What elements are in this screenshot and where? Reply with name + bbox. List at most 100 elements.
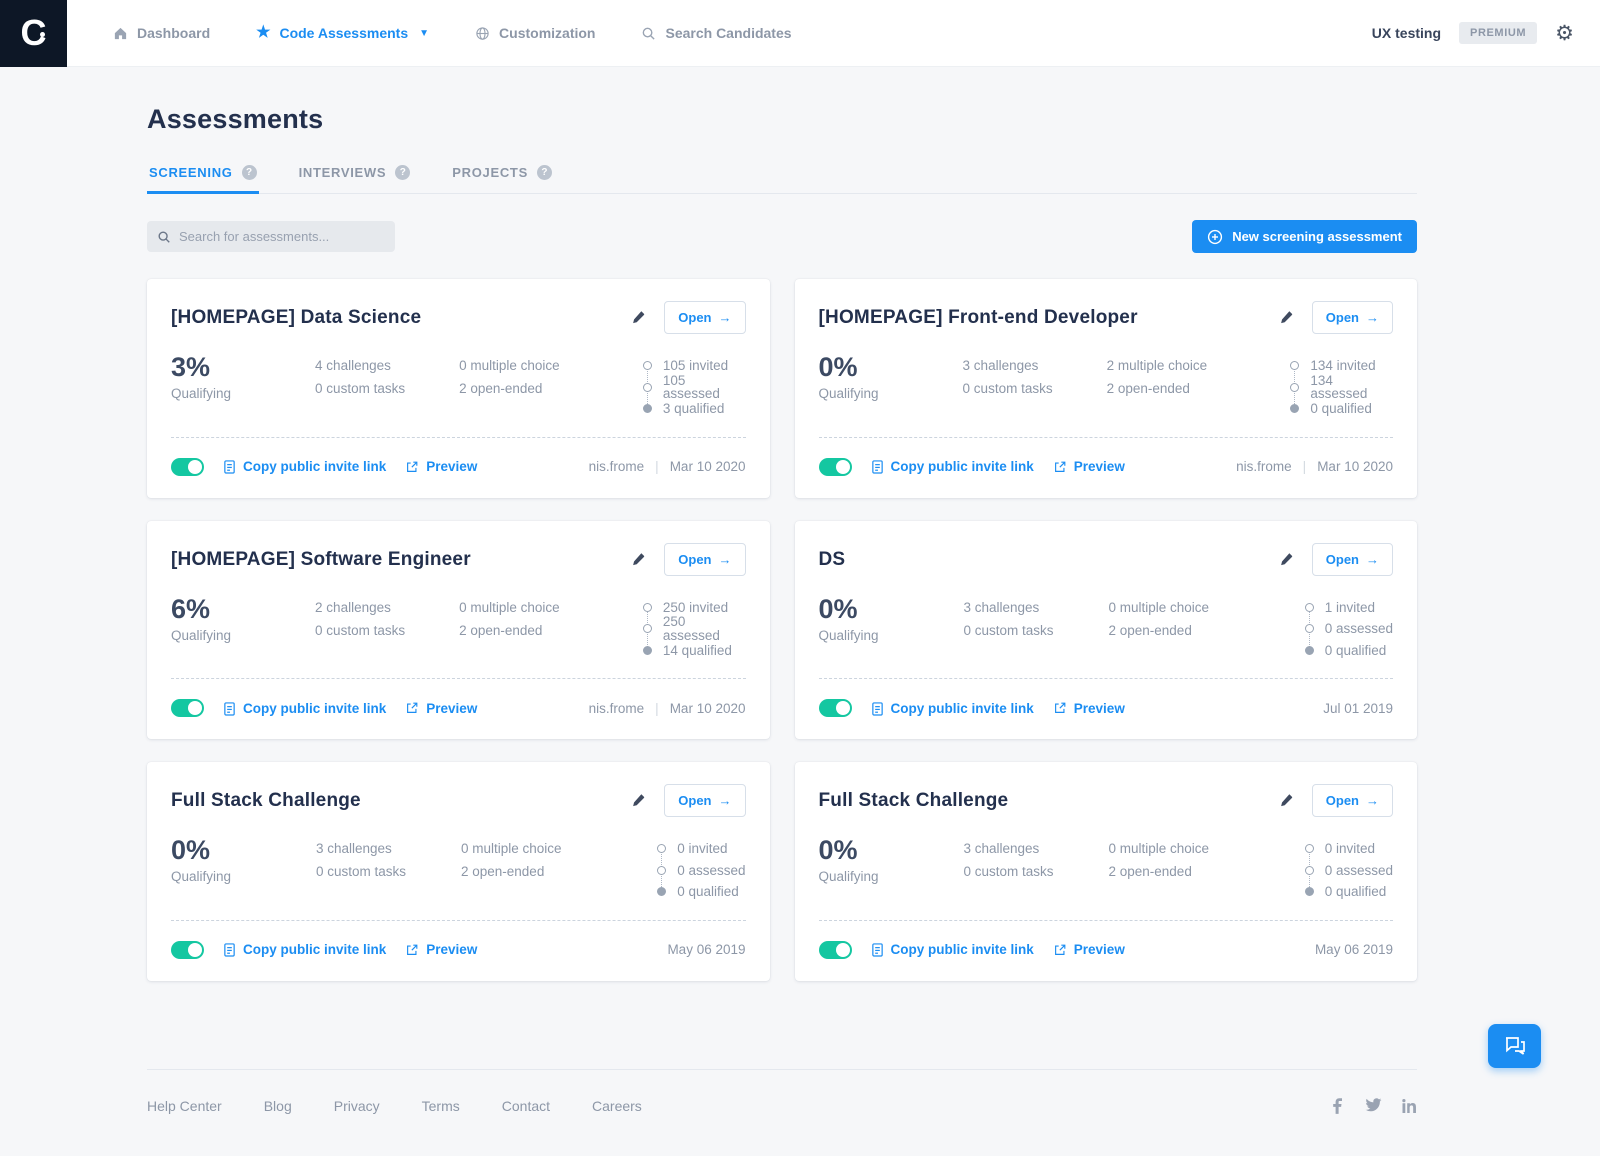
edit-pencil-icon[interactable] [629,308,648,327]
edit-pencil-icon[interactable] [1277,308,1296,327]
active-toggle[interactable] [819,699,852,717]
open-button[interactable]: Open → [1312,784,1393,817]
edit-pencil-icon[interactable] [1277,550,1296,569]
copy-invite-link[interactable]: Copy public invite link [223,701,386,716]
footer-link-help-center[interactable]: Help Center [147,1098,222,1114]
invited-stage-icon [643,361,652,370]
card-footer: Copy public invite link Preview nis.from… [171,452,746,482]
challenges-count: 3 challenges [316,837,461,860]
candidate-funnel: 1 invited 0 assessed 0 qualified [1305,596,1393,662]
copy-invite-link[interactable]: Copy public invite link [871,942,1034,957]
edit-pencil-icon[interactable] [629,791,648,810]
copy-invite-link[interactable]: Copy public invite link [871,459,1034,474]
external-link-icon [1053,460,1067,474]
footer-link-contact[interactable]: Contact [502,1098,550,1114]
custom-tasks-count: 0 custom tasks [964,619,1109,642]
tasks-stat: 2 challenges 0 custom tasks [315,596,459,642]
assessment-title: Full Stack Challenge [819,784,1009,812]
assessment-search-box[interactable] [147,221,395,252]
card-header: [HOMEPAGE] Front-end Developer Open → [819,301,1394,334]
funnel-row-invited: 0 invited [657,838,745,860]
tab-label: SCREENING [149,165,233,180]
edit-pencil-icon[interactable] [1277,791,1296,810]
custom-tasks-count: 0 custom tasks [315,377,459,400]
funnel-row-assessed: 0 assessed [1305,618,1393,640]
card-header: DS Open → [819,543,1394,576]
twitter-icon[interactable] [1365,1098,1382,1113]
preview-link[interactable]: Preview [405,942,477,957]
open-button[interactable]: Open → [664,784,745,817]
tab-interviews[interactable]: INTERVIEWS ? [297,165,413,193]
open-button[interactable]: Open → [664,543,745,576]
active-toggle[interactable] [819,458,852,476]
nav-label: Customization [499,25,595,41]
facebook-icon[interactable] [1330,1098,1346,1114]
open-button[interactable]: Open → [664,301,745,334]
assessed-stage-icon [643,624,652,633]
nav-item-code-assessments[interactable]: ★ Code Assessments ▼ [256,25,429,41]
questions-stat: 0 multiple choice 2 open-ended [1109,596,1294,642]
open-button[interactable]: Open → [1312,543,1393,576]
card-actions: Open → [629,543,745,576]
copy-invite-link-label: Copy public invite link [243,701,386,716]
preview-link[interactable]: Preview [1053,701,1125,716]
help-question-icon[interactable]: ? [242,165,257,180]
chat-widget-button[interactable] [1488,1024,1541,1068]
arrow-right-icon: → [719,310,732,325]
search-input[interactable] [179,229,385,244]
linkedin-icon[interactable] [1401,1098,1417,1114]
tab-label: PROJECTS [452,165,528,180]
toggle-knob [836,701,850,715]
card-header: Full Stack Challenge Open → [171,784,746,817]
preview-link[interactable]: Preview [1053,942,1125,957]
settings-gear-icon[interactable]: ⚙ [1555,23,1574,44]
invited-stage-icon [657,844,666,853]
card-footer: Copy public invite link Preview | [819,935,1394,965]
nav-item-search-candidates[interactable]: Search Candidates [641,25,791,41]
qualified-count: 3 qualified [663,402,725,416]
assessed-count: 134 assessed [1310,374,1393,401]
preview-link[interactable]: Preview [405,701,477,716]
qualifying-label: Qualifying [819,870,964,884]
card-footer: Copy public invite link Preview | [819,693,1394,723]
copy-invite-link[interactable]: Copy public invite link [871,701,1034,716]
custom-tasks-count: 0 custom tasks [316,860,461,883]
footer-links: Help Center Blog Privacy Terms Contact C… [147,1098,642,1114]
preview-link[interactable]: Preview [405,459,477,474]
copy-invite-link[interactable]: Copy public invite link [223,942,386,957]
nav-item-customization[interactable]: Customization [475,25,595,41]
nav-label: Search Candidates [665,25,791,41]
tab-screening[interactable]: SCREENING ? [147,165,259,193]
help-question-icon[interactable]: ? [537,165,552,180]
footer-link-privacy[interactable]: Privacy [334,1098,380,1114]
active-toggle[interactable] [819,941,852,959]
active-toggle[interactable] [171,941,204,959]
app-logo[interactable]: C [0,0,67,67]
edit-pencil-icon[interactable] [629,550,648,569]
assessment-title: Full Stack Challenge [171,784,361,812]
copy-invite-link[interactable]: Copy public invite link [223,459,386,474]
assessed-stage-icon [643,383,652,392]
open-button[interactable]: Open → [1312,301,1393,334]
card-date: Mar 10 2020 [670,701,746,716]
footer-link-blog[interactable]: Blog [264,1098,292,1114]
open-button-label: Open [678,310,711,325]
invited-count: 134 invited [1310,359,1375,373]
qualified-count: 0 qualified [677,885,739,899]
nav-item-dashboard[interactable]: Dashboard [113,25,210,41]
footer-link-careers[interactable]: Careers [592,1098,642,1114]
active-toggle[interactable] [171,699,204,717]
toggle-knob [836,943,850,957]
funnel-row-assessed: 250 assessed [643,618,746,640]
toggle-knob [188,943,202,957]
preview-link[interactable]: Preview [1053,459,1125,474]
help-question-icon[interactable]: ? [395,165,410,180]
arrow-right-icon: → [1366,793,1379,808]
footer-link-terms[interactable]: Terms [422,1098,460,1114]
open-button-label: Open [1326,310,1359,325]
tasks-stat: 3 challenges 0 custom tasks [963,354,1107,400]
clipboard-icon [871,459,884,474]
active-toggle[interactable] [171,458,204,476]
tab-projects[interactable]: PROJECTS ? [450,165,554,193]
new-screening-assessment-button[interactable]: New screening assessment [1192,220,1417,253]
